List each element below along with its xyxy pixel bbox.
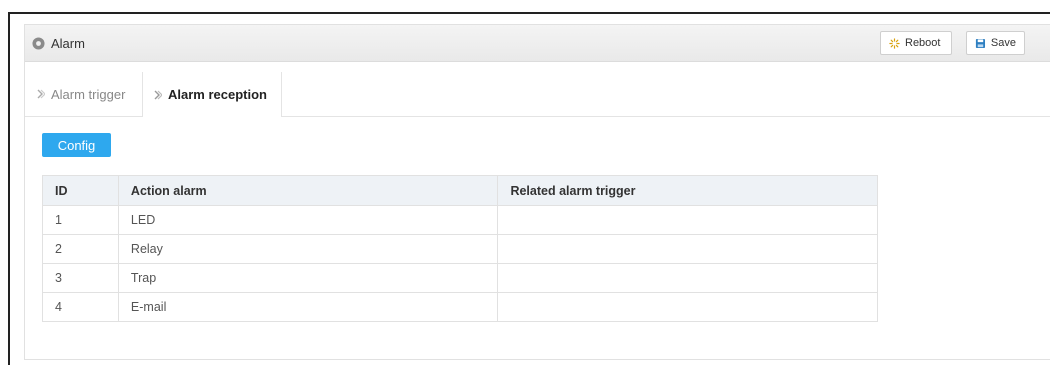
cell-id: 2 — [42, 234, 119, 264]
save-button[interactable]: Save — [966, 31, 1025, 55]
header-title-group: Alarm — [32, 36, 85, 51]
cell-action-alarm: LED — [117, 205, 499, 235]
chevron-right-icon — [154, 90, 162, 99]
column-header-action-alarm: Action alarm — [117, 175, 499, 206]
cell-related-trigger — [497, 292, 878, 322]
save-label: Save — [990, 37, 1016, 49]
table-row[interactable]: 4 E-mail — [42, 292, 878, 322]
tab-label: Alarm trigger — [51, 86, 126, 102]
cell-action-alarm: Trap — [117, 263, 499, 293]
cell-related-trigger — [497, 263, 878, 293]
reboot-label: Reboot — [905, 37, 941, 49]
table-row[interactable]: 1 LED — [42, 205, 878, 235]
cell-related-trigger — [497, 205, 878, 235]
alarm-table: ID Action alarm Related alarm trigger 1 … — [42, 175, 878, 322]
table-row[interactable]: 3 Trap — [42, 263, 878, 293]
cell-related-trigger — [497, 234, 878, 264]
gear-icon — [32, 36, 45, 50]
cell-id: 3 — [42, 263, 119, 293]
save-icon — [975, 38, 986, 48]
reboot-icon — [889, 37, 900, 49]
cell-id: 4 — [42, 292, 119, 322]
reboot-button[interactable]: Reboot — [880, 31, 952, 55]
cell-action-alarm: Relay — [117, 234, 499, 264]
tab-label: Alarm reception — [168, 87, 267, 102]
tab-alarm-reception[interactable]: Alarm reception — [143, 72, 282, 117]
alarm-panel: Alarm Reboot Save Alarm trigger Alarm re… — [24, 24, 1050, 360]
page-title: Alarm — [51, 35, 85, 51]
cell-id: 1 — [42, 205, 119, 235]
column-header-related-alarm-trigger: Related alarm trigger — [497, 175, 878, 206]
tab-bar: Alarm trigger Alarm reception — [25, 72, 1050, 117]
panel-header: Alarm Reboot Save — [25, 25, 1050, 62]
column-header-id: ID — [42, 175, 119, 206]
tab-alarm-trigger[interactable]: Alarm trigger — [25, 72, 143, 116]
cell-action-alarm: E-mail — [117, 292, 499, 322]
table-row[interactable]: 2 Relay — [42, 234, 878, 264]
config-button[interactable]: Config — [42, 133, 111, 157]
chevron-right-icon — [37, 89, 45, 99]
table-header-row: ID Action alarm Related alarm trigger — [42, 175, 878, 206]
